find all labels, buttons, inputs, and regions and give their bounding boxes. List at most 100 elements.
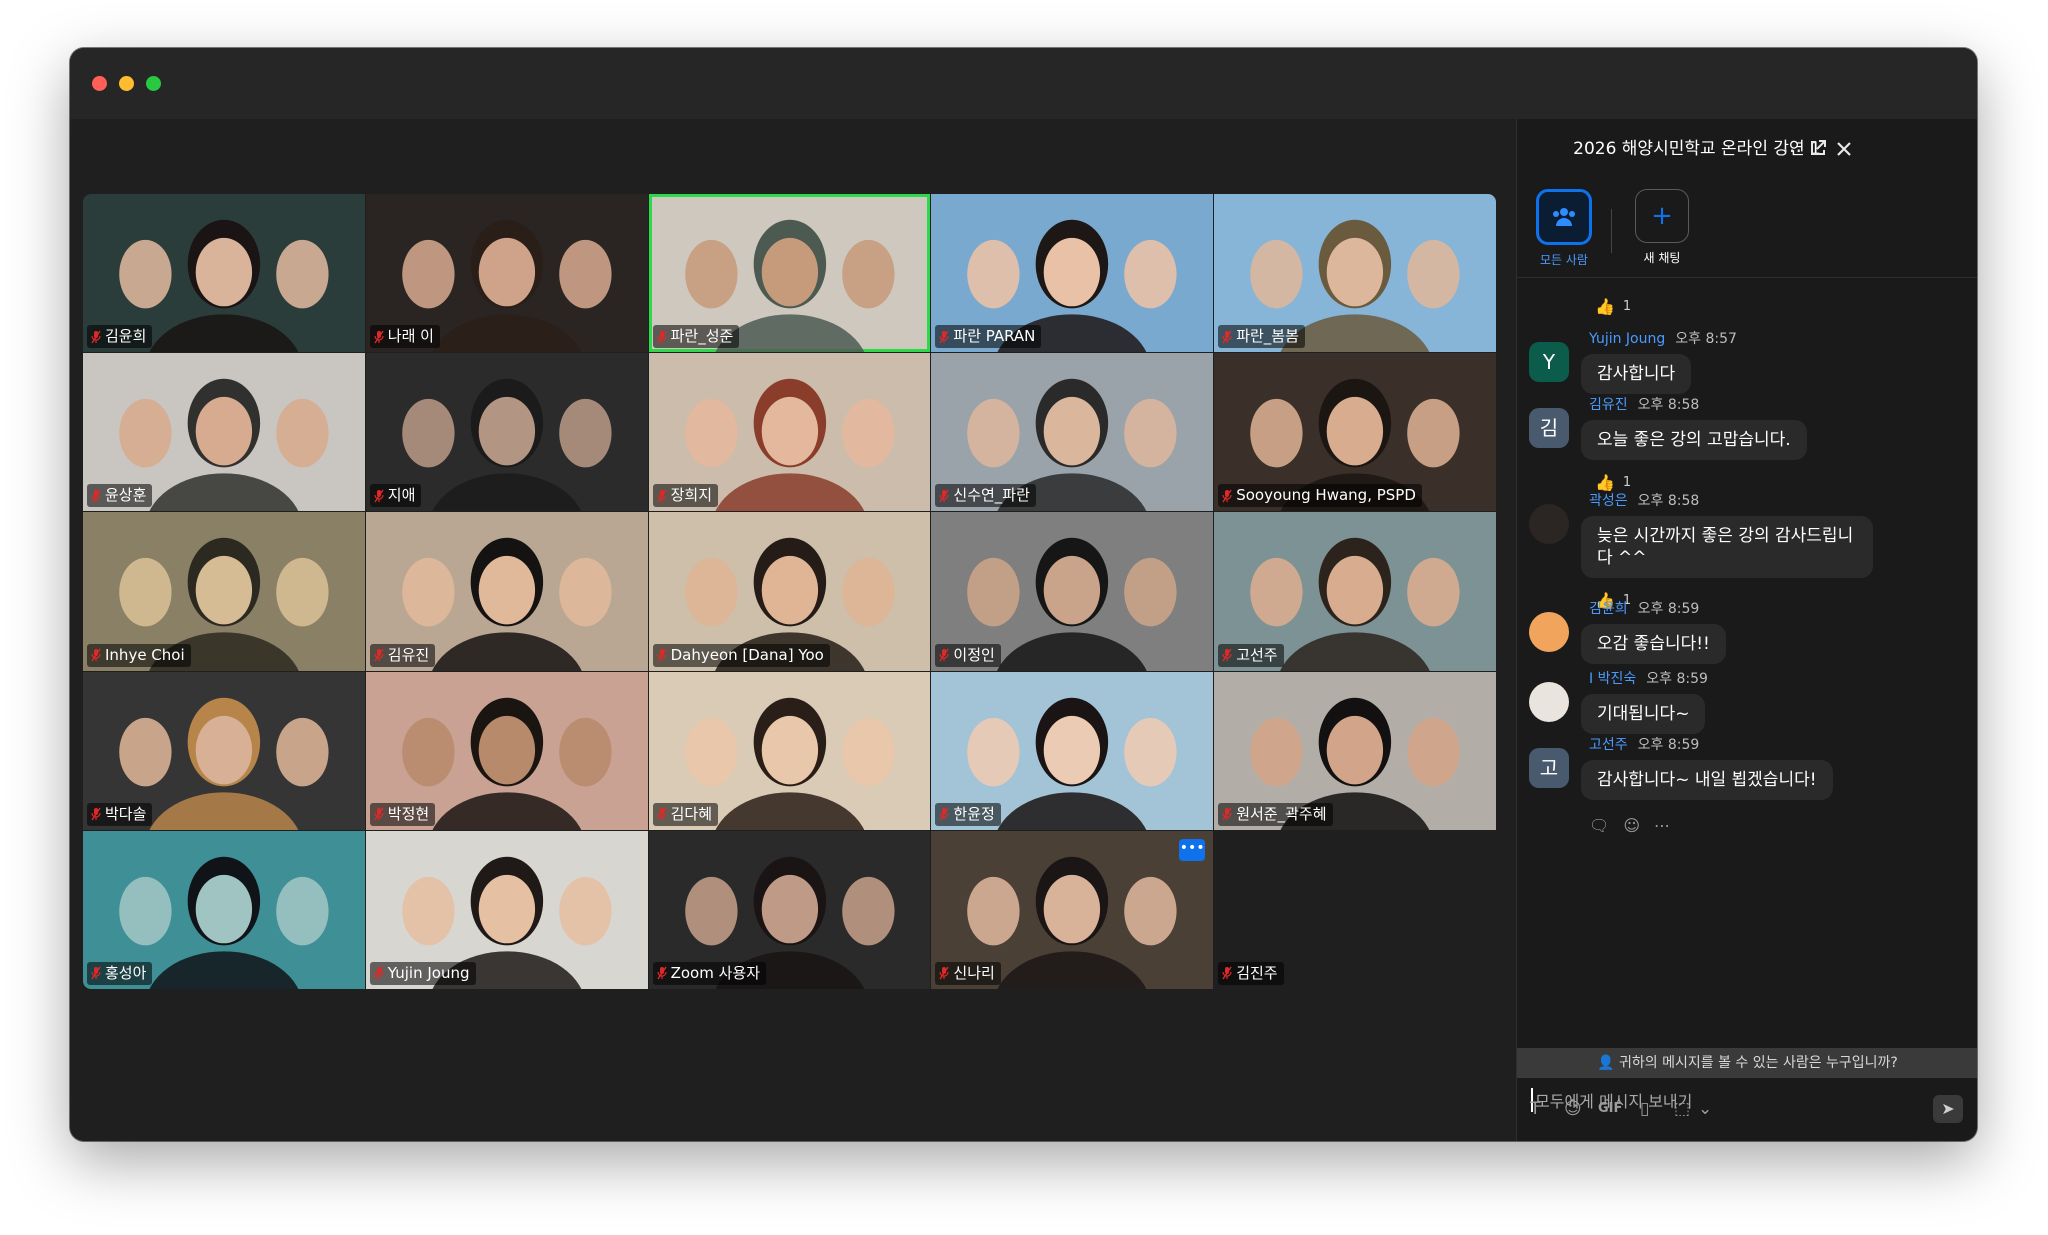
participant-tile[interactable]: ••• 신나리 xyxy=(931,830,1214,989)
message-visibility-notice[interactable]: 👤 귀하의 메시지를 볼 수 있는 사람은 누구입니까? xyxy=(1517,1048,1977,1078)
participant-tile[interactable]: 윤상훈 xyxy=(83,353,365,512)
pop-out-icon[interactable] xyxy=(1805,137,1831,163)
reply-icon[interactable]: 🗨 xyxy=(1589,816,1609,835)
reaction-chip[interactable]: 👍 1 xyxy=(1595,474,1631,492)
tab-everyone[interactable]: 모든 사람 xyxy=(1529,189,1599,268)
participant-tile[interactable]: Zoom 사용자 xyxy=(648,830,931,989)
close-window-button[interactable] xyxy=(92,76,107,91)
people-icon xyxy=(1536,189,1592,245)
file-icon[interactable]: ▯ xyxy=(1640,1095,1649,1123)
participant-name-label: 신나리 xyxy=(935,961,1001,985)
participant-tile[interactable]: 고선주 xyxy=(1214,512,1496,671)
participant-tile[interactable]: Sooyoung Hwang, PSPD xyxy=(1214,353,1496,512)
sender-name: I 박진숙 xyxy=(1589,671,1637,687)
send-icon[interactable]: ➤ xyxy=(1933,1095,1963,1123)
avatar[interactable] xyxy=(1529,504,1569,544)
participant-name-label: Yujin Joung xyxy=(369,961,476,985)
participant-name-label: 이정인 xyxy=(935,643,1001,667)
muted-mic-icon xyxy=(656,330,667,344)
close-icon[interactable] xyxy=(1831,137,1857,163)
screenshot-icon[interactable]: ⬚ xyxy=(1674,1095,1690,1123)
participant-tile[interactable]: 박정현 xyxy=(365,671,648,830)
participant-tile[interactable]: 김유진 xyxy=(365,512,648,671)
participant-tile[interactable]: 장희지 xyxy=(648,353,931,512)
message-bubble[interactable]: 감사합니다 xyxy=(1581,354,1692,394)
more-icon[interactable]: ⋯ xyxy=(1654,816,1670,835)
message-sender[interactable]: I 박진숙 오후 8:59 xyxy=(1589,670,1708,688)
participant-tile[interactable]: 김다혜 xyxy=(648,671,931,830)
participant-name-label: 김유진 xyxy=(369,643,436,667)
person-icon: 👤 xyxy=(1597,1055,1615,1071)
muted-mic-icon xyxy=(939,648,949,662)
thumbs-up-icon: 👍 xyxy=(1595,473,1615,492)
avatar[interactable] xyxy=(1529,682,1569,722)
minimize-window-button[interactable] xyxy=(119,76,134,91)
message-bubble[interactable]: 감사합니다~ 내일 뵙겠습니다! xyxy=(1581,760,1833,800)
reaction-chip[interactable]: 👍 1 xyxy=(1595,298,1631,316)
participant-tile[interactable]: 파란_성준 xyxy=(648,194,931,353)
chat-panel: 2026 해양시민학교 온라인 강연 1 ⋯ 모든 사람 + 새 채팅 👍 1 … xyxy=(1516,119,1977,1141)
tab-new-chat[interactable]: + 새 채팅 xyxy=(1627,189,1697,266)
avatar[interactable] xyxy=(1529,612,1569,652)
zoom-window-button[interactable] xyxy=(146,76,161,91)
participant-name: 윤상훈 xyxy=(105,486,147,505)
participant-tile[interactable]: 지애 xyxy=(365,353,648,512)
participant-tile[interactable]: 파란_봄봄 xyxy=(1214,194,1496,353)
message-time: 오후 8:59 xyxy=(1646,671,1708,687)
participant-name: 장희지 xyxy=(670,486,712,505)
title-bar xyxy=(70,48,1977,119)
participant-name-label: 김윤희 xyxy=(87,325,153,349)
participant-tile[interactable]: 한윤정 xyxy=(931,671,1214,830)
participant-tile[interactable]: 나래 이 xyxy=(365,194,648,353)
message-time: 오후 8:57 xyxy=(1675,331,1737,347)
participant-name-label: 박정현 xyxy=(369,802,436,826)
message-time: 오후 8:58 xyxy=(1637,397,1700,413)
participant-tile[interactable]: 김윤희 xyxy=(83,194,365,353)
participant-tile[interactable]: Dahyeon [Dana] Yoo xyxy=(648,512,931,671)
participant-name: 박정현 xyxy=(387,804,430,823)
participant-tile[interactable]: 이정인 xyxy=(931,512,1214,671)
participant-tile[interactable]: 홍성아 xyxy=(83,830,365,989)
avatar[interactable]: Y xyxy=(1529,342,1569,382)
chevron-down-icon[interactable]: ⌄ xyxy=(1698,1095,1712,1123)
participant-name-label: 한윤정 xyxy=(935,802,1001,826)
avatar[interactable]: 고 xyxy=(1529,748,1569,788)
chat-toolbar xyxy=(1517,1130,1977,1141)
message-bubble[interactable]: 기대됩니다~ xyxy=(1581,694,1706,734)
participant-name: 한윤정 xyxy=(953,804,995,823)
message-sender[interactable]: 곽성은 오후 8:58 xyxy=(1589,492,1699,510)
message-bubble[interactable]: 오감 좋습니다!! xyxy=(1581,624,1726,664)
participant-tile[interactable]: 파란 PARAN xyxy=(931,194,1214,353)
message-sender[interactable]: 고선주 오후 8:59 xyxy=(1589,736,1699,754)
muted-mic-icon xyxy=(656,489,667,503)
muted-mic-icon xyxy=(374,489,384,503)
tab-everyone-label: 모든 사람 xyxy=(1540,253,1588,267)
participant-name: 신나리 xyxy=(953,963,995,982)
participant-name-label: 파란 PARAN xyxy=(935,325,1042,349)
gif-icon[interactable]: GIF xyxy=(1598,1095,1622,1123)
participant-tile[interactable]: 김진주 xyxy=(1214,830,1496,989)
more-icon[interactable]: ⋯ xyxy=(1779,137,1805,163)
avatar[interactable]: 김 xyxy=(1529,408,1569,448)
participant-tile[interactable]: 신수연_파란 xyxy=(931,353,1214,512)
message-sender[interactable]: 김윤희 오후 8:59 xyxy=(1589,600,1699,618)
chat-tabs: 모든 사람 + 새 채팅 xyxy=(1517,181,1977,278)
message-bubble[interactable]: 오늘 좋은 강의 고맙습니다. xyxy=(1581,420,1807,460)
message-time: 오후 8:59 xyxy=(1637,601,1700,617)
message-sender[interactable]: 김유진 오후 8:58 xyxy=(1589,396,1699,414)
tile-more-button[interactable]: ••• xyxy=(1179,838,1206,861)
add-reaction-icon[interactable]: ☺ xyxy=(1623,816,1640,835)
participant-tile[interactable]: Yujin Joung xyxy=(365,830,648,989)
emoji-icon[interactable]: ☺ xyxy=(1564,1095,1582,1123)
message-bubble[interactable]: 늦은 시간까지 좋은 강의 감사드립니다 ^^ xyxy=(1581,516,1873,578)
participant-name-label: 박다솔 xyxy=(87,802,153,826)
participant-tile[interactable]: 원서준_곽주혜 xyxy=(1214,671,1496,830)
participant-tile[interactable]: Inhye Choi xyxy=(83,512,365,671)
participant-tile[interactable]: 박다솔 xyxy=(83,671,365,830)
sender-name: 고선주 xyxy=(1589,737,1628,753)
participant-name: 이정인 xyxy=(953,645,995,664)
message-sender[interactable]: Yujin Joung 오후 8:57 xyxy=(1589,330,1737,348)
participant-name: 원서준_곽주혜 xyxy=(1236,804,1327,823)
format-text-icon[interactable]: T xyxy=(1530,1095,1540,1123)
participant-name-label: 파란_봄봄 xyxy=(1218,325,1305,349)
